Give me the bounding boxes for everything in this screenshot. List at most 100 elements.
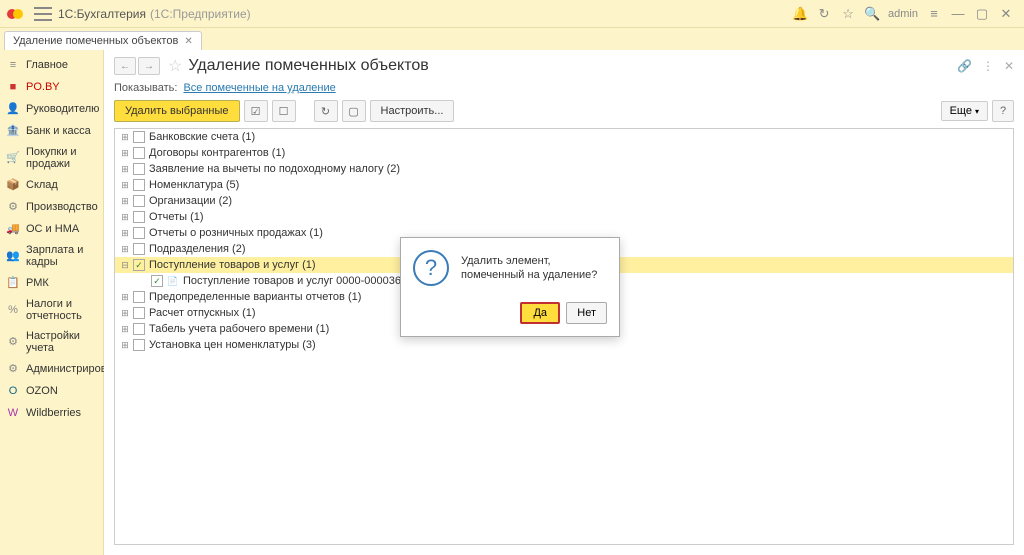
sidebar-item-5[interactable]: 📦Склад xyxy=(0,174,103,196)
check-all-button[interactable]: ☑ xyxy=(244,100,268,122)
tree-row[interactable]: ⊞Организации (2) xyxy=(115,193,1013,209)
checkbox[interactable] xyxy=(133,195,145,207)
user-label[interactable]: admin xyxy=(888,8,918,20)
sidebar-label: Руководителю xyxy=(26,103,99,115)
sidebar-label: РМК xyxy=(26,277,49,289)
tree-label: Договоры контрагентов (1) xyxy=(149,147,285,159)
tree-row[interactable]: ⊞Банковские счета (1) xyxy=(115,129,1013,145)
sidebar-label: PO.BY xyxy=(26,81,60,93)
more-button[interactable]: Еще▾ xyxy=(941,101,988,121)
sidebar-icon: 👥 xyxy=(6,249,20,263)
tree-row[interactable]: ⊞Установка цен номенклатуры (3) xyxy=(115,337,1013,353)
dialog-no-button[interactable]: Нет xyxy=(566,302,607,324)
sidebar-item-4[interactable]: 🛒Покупки и продажи xyxy=(0,142,103,174)
settings-button[interactable]: Настроить... xyxy=(370,100,455,122)
sidebar-icon: 📋 xyxy=(6,276,20,290)
nav-forward-button[interactable]: → xyxy=(138,57,160,75)
search-icon[interactable]: 🔍 xyxy=(862,4,882,24)
expand-icon[interactable]: ⊞ xyxy=(119,307,131,319)
checkbox[interactable] xyxy=(133,307,145,319)
sidebar-item-2[interactable]: 👤Руководителю xyxy=(0,98,103,120)
expand-icon[interactable]: ⊞ xyxy=(119,339,131,351)
tree-row[interactable]: ⊞ Договоры контрагентов (1) xyxy=(115,145,1013,161)
favorite-icon[interactable]: ☆ xyxy=(168,56,182,76)
tab-close-icon[interactable]: ✕ xyxy=(184,36,192,47)
tab-delete-marked[interactable]: Удаление помеченных объектов ✕ xyxy=(4,31,202,50)
checkbox[interactable] xyxy=(133,243,145,255)
expand-icon[interactable]: ⊞ xyxy=(119,163,131,175)
filter-row: Показывать: Все помеченные на удаление xyxy=(104,82,1024,100)
tree-row[interactable]: ⊞Отчеты (1) xyxy=(115,209,1013,225)
checkbox[interactable] xyxy=(133,147,145,159)
sidebar-item-3[interactable]: 🏦 Банк и касса xyxy=(0,120,103,142)
bell-icon[interactable]: 🔔 xyxy=(790,4,810,24)
uncheck-all-button[interactable]: ☐ xyxy=(272,100,296,122)
sidebar-label: OZON xyxy=(26,385,58,397)
tree-label: Табель учета рабочего времени (1) xyxy=(149,323,329,335)
menu-icon[interactable] xyxy=(34,7,52,21)
sidebar-label: ОС и НМА xyxy=(26,223,79,235)
expand-icon[interactable]: ⊞ xyxy=(119,323,131,335)
sidebar-item-10[interactable]: %Налоги и отчетность xyxy=(0,294,103,326)
checkbox[interactable] xyxy=(133,291,145,303)
checkbox[interactable]: ✓ xyxy=(151,275,163,287)
sidebar-icon: ■ xyxy=(6,80,20,94)
star-icon[interactable]: ☆ xyxy=(838,4,858,24)
sidebar-item-0[interactable]: ≡Главное xyxy=(0,54,103,76)
delete-selected-button[interactable]: Удалить выбранные xyxy=(114,100,240,122)
sidebar-item-14[interactable]: WWildberries xyxy=(0,402,103,424)
minimize-icon[interactable]: — xyxy=(948,4,968,24)
sidebar-icon: ≡ xyxy=(6,58,20,72)
history-icon[interactable]: ↻ xyxy=(814,4,834,24)
tree-row[interactable]: ⊞Заявление на вычеты по подоходному нало… xyxy=(115,161,1013,177)
checkbox[interactable] xyxy=(133,179,145,191)
help-button[interactable]: ? xyxy=(992,100,1014,122)
expand-icon[interactable]: ⊞ xyxy=(119,291,131,303)
sidebar-icon: O xyxy=(6,384,20,398)
sidebar-item-6[interactable]: ⚙Производство xyxy=(0,196,103,218)
expand-icon[interactable]: ⊞ xyxy=(119,227,131,239)
checkbox[interactable] xyxy=(133,163,145,175)
maximize-icon[interactable]: ▢ xyxy=(972,4,992,24)
expand-icon[interactable]: ⊞ xyxy=(119,195,131,207)
refresh-button[interactable]: ↻ xyxy=(314,100,338,122)
dialog-yes-button[interactable]: Да xyxy=(520,302,560,324)
checkbox[interactable]: ✓ xyxy=(133,259,145,271)
sidebar-item-1[interactable]: ■ PO.BY xyxy=(0,76,103,98)
tree-row[interactable]: ⊞ Номенклатура (5) xyxy=(115,177,1013,193)
app-logo-icon xyxy=(6,5,24,23)
close-page-icon[interactable]: ✕ xyxy=(1004,59,1014,73)
more-icon[interactable]: ⋮ xyxy=(982,59,994,73)
filter-link[interactable]: Все помеченные на удаление xyxy=(183,82,335,94)
checkbox[interactable] xyxy=(133,131,145,143)
expand-icon[interactable]: ⊞ xyxy=(119,179,131,191)
expand-icon[interactable]: ⊞ xyxy=(119,211,131,223)
chevron-down-icon: ▾ xyxy=(975,107,979,116)
link-icon[interactable]: 🔗 xyxy=(957,59,972,73)
filter-icon[interactable]: ≡ xyxy=(924,4,944,24)
expand-icon[interactable]: ⊞ xyxy=(119,147,131,159)
sidebar-item-13[interactable]: O OZON xyxy=(0,380,103,402)
sidebar-item-11[interactable]: ⚙Настройки учета xyxy=(0,326,103,358)
expand-icon[interactable]: ⊟ xyxy=(119,259,131,271)
sidebar-label: Банк и касса xyxy=(26,125,91,137)
sidebar-item-9[interactable]: 📋 РМК xyxy=(0,272,103,294)
sidebar-label: Покупки и продажи xyxy=(26,146,97,170)
close-window-icon[interactable]: ✕ xyxy=(996,4,1016,24)
checkbox[interactable] xyxy=(133,323,145,335)
stop-button[interactable]: ▢ xyxy=(342,100,366,122)
checkbox[interactable] xyxy=(133,211,145,223)
expand-icon[interactable]: ⊞ xyxy=(119,131,131,143)
sidebar-item-12[interactable]: ⚙Администрирование xyxy=(0,358,103,380)
sidebar-label: Производство xyxy=(26,201,98,213)
sidebar-icon: 🏦 xyxy=(6,124,20,138)
sidebar-item-7[interactable]: 🚚ОС и НМА xyxy=(0,218,103,240)
expand-icon[interactable]: ⊞ xyxy=(119,243,131,255)
sidebar-item-8[interactable]: 👥Зарплата и кадры xyxy=(0,240,103,272)
checkbox[interactable] xyxy=(133,227,145,239)
question-icon: ? xyxy=(413,250,449,286)
nav-back-button[interactable]: ← xyxy=(114,57,136,75)
content-header: ← → ☆ Удаление помеченных объектов 🔗 ⋮ ✕ xyxy=(104,50,1024,82)
tree-label: Номенклатура (5) xyxy=(149,179,239,191)
checkbox[interactable] xyxy=(133,339,145,351)
